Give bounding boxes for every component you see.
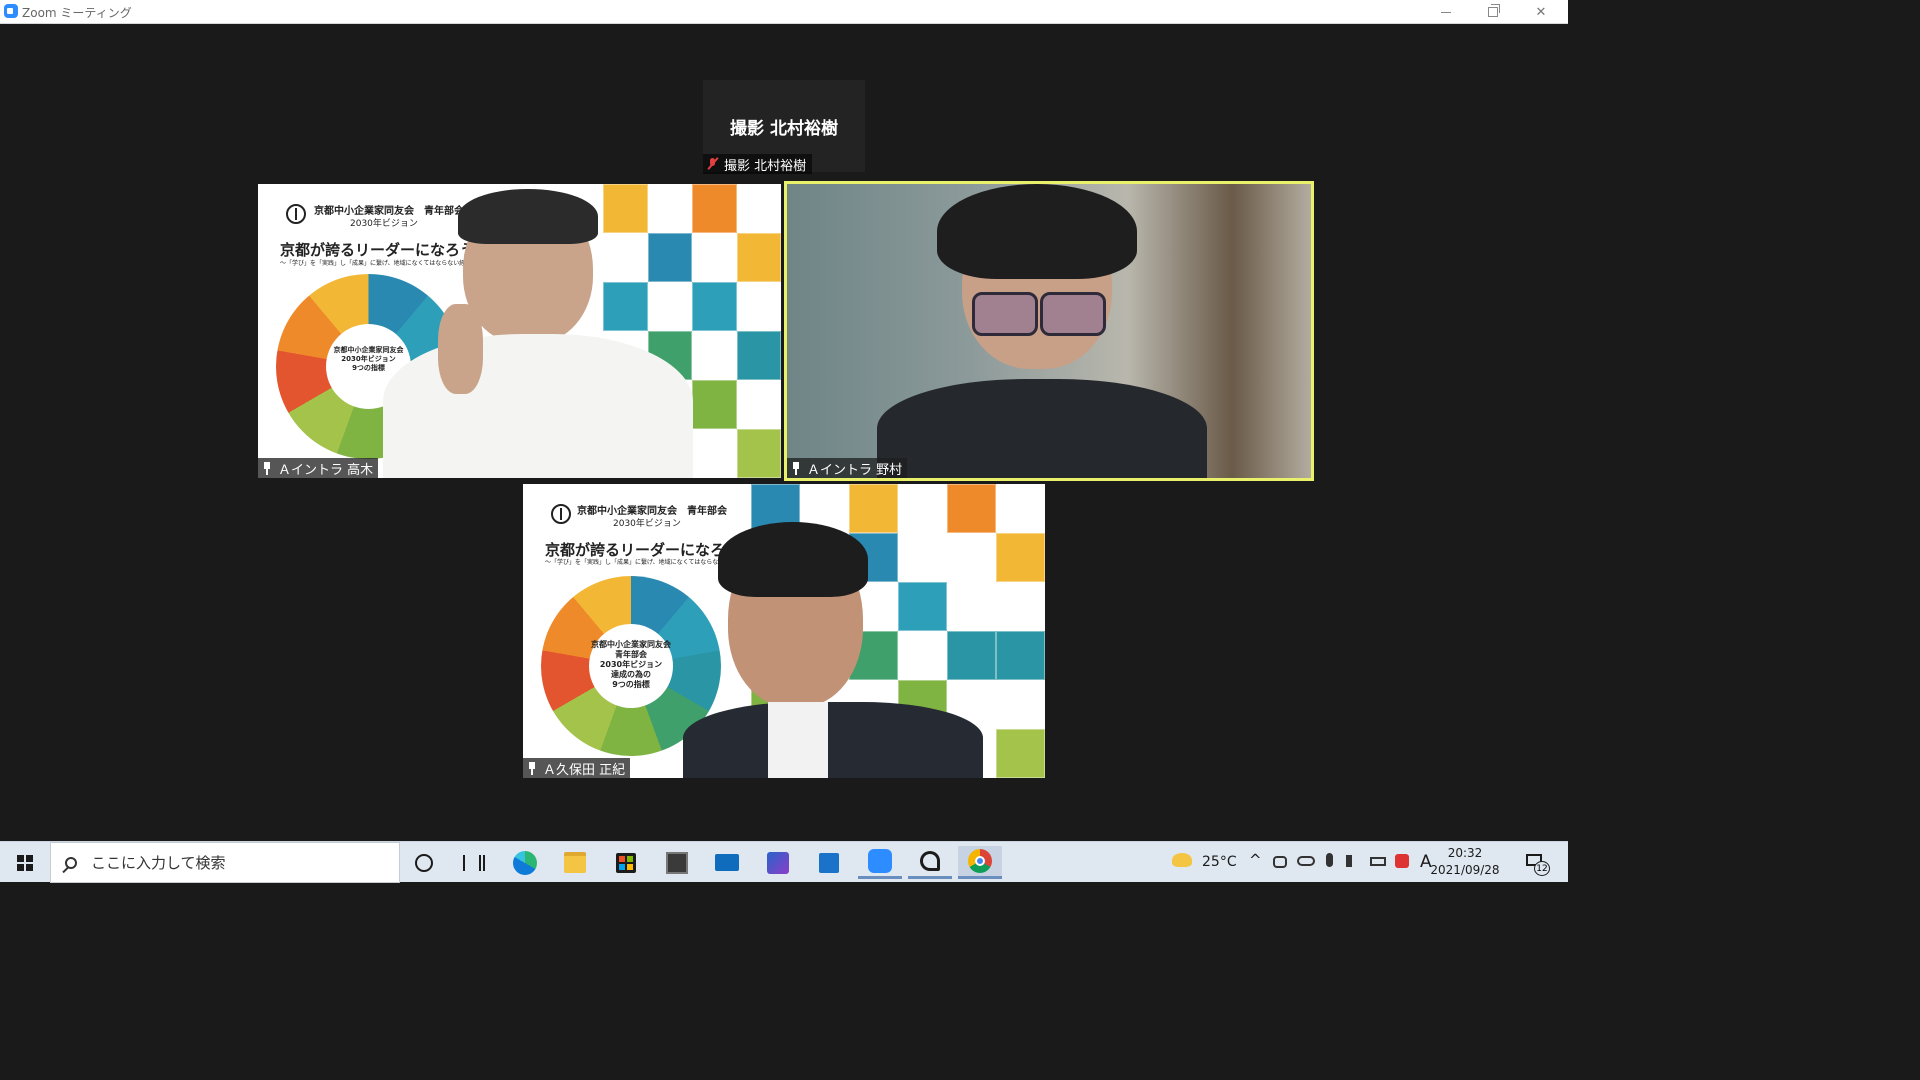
speaker-name-label: 撮影 北村裕樹: [724, 158, 807, 174]
zoom-app-icon: [4, 4, 18, 18]
onedrive-icon[interactable]: [1273, 856, 1287, 868]
ring-center-line: 達成の為の: [611, 670, 651, 679]
restore-button[interactable]: [1470, 0, 1516, 24]
app-icon: [767, 851, 789, 874]
clock-date: 2021/09/28: [1430, 863, 1500, 877]
participant-video-feed: [683, 522, 993, 778]
file-explorer-button[interactable]: [553, 846, 597, 879]
edge-button[interactable]: [503, 846, 547, 879]
mic-muted-icon: [707, 157, 719, 171]
slide-subtitle: 2030年ビジョン: [613, 519, 681, 529]
participant-video-tile[interactable]: 京都中小企業家同友会 青年部会 2030年ビジョン 京都が誇るリーダーになろう …: [258, 184, 781, 478]
search-icon: [65, 856, 77, 869]
microphone-icon[interactable]: [1326, 853, 1333, 867]
cortana-button[interactable]: [402, 846, 446, 879]
calendar-icon: [819, 852, 839, 873]
chrome-icon: [968, 849, 992, 873]
restore-icon: [1488, 4, 1500, 17]
edge-icon: [513, 850, 537, 875]
show-hidden-icons-button[interactable]: ^: [1249, 851, 1262, 869]
minimize-icon: [1441, 11, 1451, 13]
app-button[interactable]: [756, 846, 800, 879]
participant-video-feed: [353, 189, 693, 478]
app-tray-icon[interactable]: [1395, 854, 1409, 868]
battery-icon[interactable]: [1370, 857, 1386, 866]
participant-video-feed: [787, 184, 1311, 478]
zoom-icon: [868, 849, 892, 873]
close-icon: ✕: [1535, 4, 1547, 20]
notification-center-button[interactable]: 12: [1520, 850, 1550, 876]
speaker-name-display: 撮影 北村裕樹: [730, 119, 838, 139]
slide-org-name: 京都中小企業家同友会 青年部会: [577, 506, 727, 517]
notification-count-badge: 12: [1534, 861, 1550, 876]
camera-app-button[interactable]: [655, 846, 699, 879]
taskbar-search-box[interactable]: ここに入力して検索: [50, 842, 400, 883]
windows-taskbar: ここに入力して検索 25°C ^ A 20:32 2021/09/28 12: [0, 841, 1568, 883]
ring-center-line: 京都中小企業家同友会: [591, 640, 671, 649]
speaker-name-tag: 撮影 北村裕樹: [703, 154, 813, 174]
calendar-button[interactable]: [807, 846, 851, 879]
zoom-taskbar-button[interactable]: [858, 846, 902, 879]
windows-logo-icon: [17, 854, 33, 871]
task-view-button[interactable]: [452, 846, 496, 879]
participant-name: Ａイントラ 高木: [278, 462, 374, 478]
pin-icon: [262, 461, 272, 475]
file-explorer-icon: [564, 852, 586, 873]
clock-time: 20:32: [1447, 846, 1483, 860]
organization-logo-icon: [286, 204, 306, 224]
ring-center-line: 青年部会: [615, 650, 647, 659]
task-view-icon: [463, 854, 485, 871]
cloud-app-button[interactable]: [908, 846, 952, 879]
pin-icon: [527, 761, 537, 775]
cloud-app-icon: [920, 851, 940, 871]
pin-icon: [791, 461, 801, 475]
participant-name-tag: Ａイントラ 高木: [258, 458, 379, 478]
weather-icon[interactable]: [1172, 853, 1192, 867]
title-bar: Zoom ミーティング ✕: [0, 0, 1568, 24]
cloud-icon[interactable]: [1297, 856, 1315, 866]
ring-center-line: 2030年ビジョン: [599, 660, 663, 669]
mail-button[interactable]: [705, 846, 749, 879]
store-button[interactable]: [604, 846, 648, 879]
participant-name: Ａイントラ 野村: [807, 462, 903, 478]
close-button[interactable]: ✕: [1518, 0, 1564, 24]
organization-logo-icon: [551, 504, 571, 524]
weather-temperature[interactable]: 25°C: [1202, 854, 1237, 870]
participant-video-tile[interactable]: 京都中小企業家同友会 青年部会 2030年ビジョン 京都が誇るリーダーになろう …: [523, 484, 1045, 778]
store-icon: [616, 852, 636, 873]
camera-app-icon: [666, 851, 688, 874]
participant-name-tag: Ａイントラ 野村: [787, 458, 908, 478]
cortana-icon: [415, 853, 433, 872]
window-title: Zoom ミーティング: [22, 6, 132, 20]
chrome-button[interactable]: [958, 846, 1002, 879]
ring-center-line: 9つの指標: [612, 680, 650, 689]
participant-name-tag: Ａ久保田 正紀: [523, 758, 631, 778]
meeting-stage: 撮影 北村裕樹 撮影 北村裕樹 京都中小企業家同友会 青年部会 2030年ビジョ…: [0, 24, 1568, 841]
ring-center-text: 京都中小企業家同友会 青年部会 2030年ビジョン 達成の為の 9つの指標: [589, 640, 673, 690]
start-button[interactable]: [0, 842, 50, 883]
taskbar-clock[interactable]: 20:32 2021/09/28: [1430, 845, 1500, 879]
participant-video-tile-active[interactable]: Ａイントラ 野村: [784, 181, 1314, 481]
volume-icon[interactable]: [1346, 855, 1358, 867]
search-placeholder: ここに入力して検索: [91, 854, 226, 872]
mail-icon: [715, 854, 739, 871]
minimize-button[interactable]: [1423, 0, 1469, 24]
participant-name: Ａ久保田 正紀: [543, 762, 626, 778]
